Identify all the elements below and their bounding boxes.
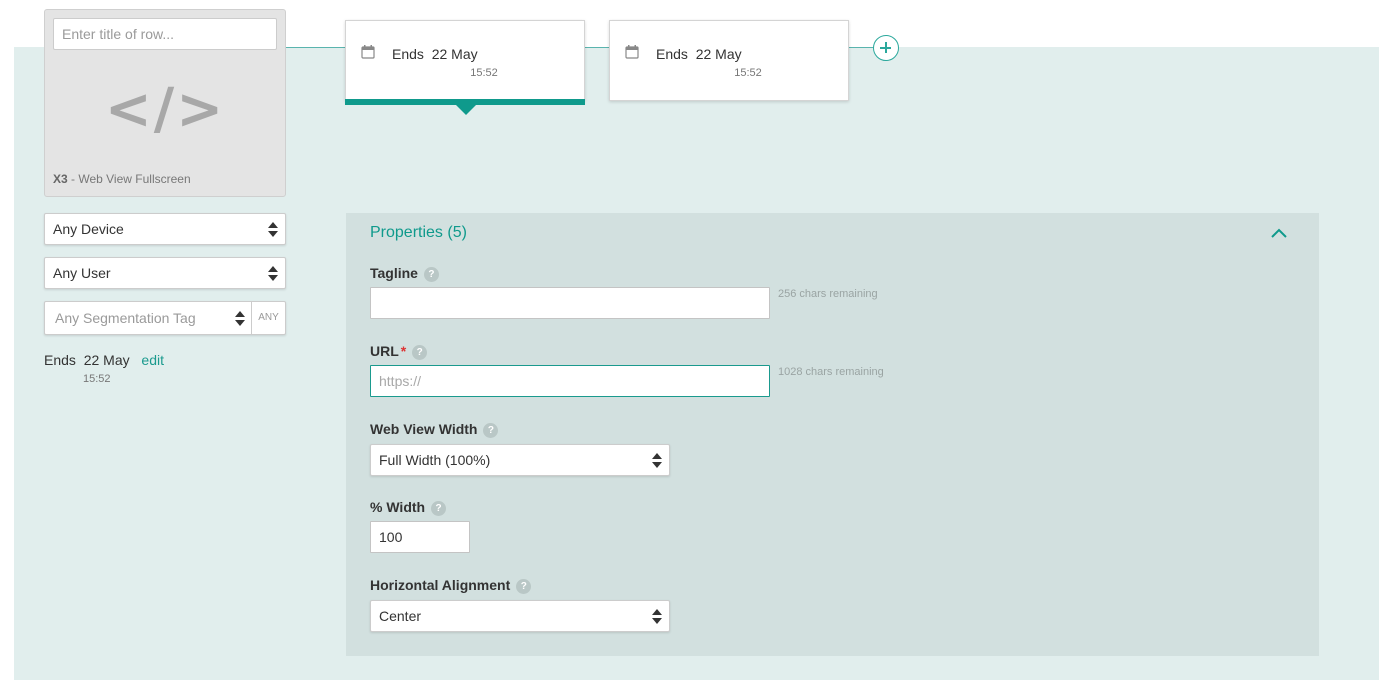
calendar-icon bbox=[625, 45, 639, 59]
user-select[interactable]: Any User bbox=[44, 257, 286, 289]
select-arrows-icon bbox=[652, 609, 662, 624]
select-arrows-icon bbox=[652, 453, 662, 468]
horizontal-alignment-select[interactable]: Center bbox=[370, 600, 670, 632]
select-arrows-icon bbox=[268, 222, 278, 237]
percent-width-input[interactable] bbox=[370, 521, 470, 553]
schedule-card[interactable]: Ends 22 May 15:52 bbox=[345, 20, 585, 115]
web-view-width-label: Web View Width? bbox=[370, 421, 499, 438]
schedule-card-label: Ends 22 May bbox=[656, 46, 742, 62]
segmentation-tag-placeholder: Any Segmentation Tag bbox=[55, 310, 196, 326]
device-select-value: Any Device bbox=[53, 221, 124, 237]
schedule-date: 22 May bbox=[431, 46, 478, 62]
row-type-label: X3 - Web View Fullscreen bbox=[53, 172, 191, 186]
add-schedule-button[interactable] bbox=[873, 35, 899, 61]
web-view-width-select[interactable]: Full Width (100%) bbox=[370, 444, 670, 476]
user-select-value: Any User bbox=[53, 265, 111, 281]
row-type-name: - Web View Fullscreen bbox=[67, 172, 191, 186]
code-icon: </> bbox=[104, 77, 226, 142]
select-arrows-icon bbox=[268, 266, 278, 281]
segmentation-tag-select[interactable]: Any Segmentation Tag ANY bbox=[44, 301, 286, 335]
row-card[interactable]: </> X3 - Web View Fullscreen bbox=[44, 9, 286, 197]
select-arrows-icon bbox=[235, 311, 245, 326]
percent-width-label: % Width? bbox=[370, 499, 447, 516]
schedule-card-label: Ends 22 May bbox=[392, 46, 478, 62]
properties-title[interactable]: Properties (5) bbox=[370, 224, 467, 242]
schedule-summary-label: Ends bbox=[44, 352, 76, 368]
segmentation-any-toggle[interactable]: ANY bbox=[251, 302, 285, 334]
web-view-width-label-text: Web View Width bbox=[370, 421, 478, 437]
calendar-icon bbox=[361, 45, 375, 59]
device-select[interactable]: Any Device bbox=[44, 213, 286, 245]
schedule-ends-text: Ends bbox=[392, 46, 424, 62]
url-chars-remaining: 1028 chars remaining bbox=[778, 366, 884, 378]
tagline-label: Tagline? bbox=[370, 265, 439, 282]
schedule-summary-date: 22 May bbox=[83, 352, 130, 368]
row-title-input[interactable] bbox=[53, 18, 277, 50]
row-type-code: X3 bbox=[53, 172, 68, 186]
tagline-label-text: Tagline bbox=[370, 265, 418, 281]
url-label-text: URL bbox=[370, 343, 399, 359]
horizontal-alignment-label: Horizontal Alignment? bbox=[370, 577, 532, 594]
schedule-ends-text: Ends bbox=[656, 46, 688, 62]
percent-width-label-text: % Width bbox=[370, 499, 426, 515]
help-icon[interactable]: ? bbox=[412, 345, 428, 360]
help-icon[interactable]: ? bbox=[483, 423, 499, 438]
schedule-date: 22 May bbox=[695, 46, 742, 62]
properties-panel: Properties (5) Tagline? 256 chars remain… bbox=[346, 213, 1319, 656]
horizontal-alignment-value: Center bbox=[379, 608, 422, 624]
url-input[interactable] bbox=[370, 365, 770, 397]
url-label: URL *? bbox=[370, 343, 428, 360]
web-view-width-value: Full Width (100%) bbox=[379, 452, 491, 468]
horizontal-alignment-label-text: Horizontal Alignment bbox=[370, 577, 511, 593]
schedule-time: 15:52 bbox=[470, 67, 498, 79]
help-icon[interactable]: ? bbox=[423, 267, 439, 282]
schedule-summary: Ends 22 May edit bbox=[44, 352, 164, 368]
timeline-connector bbox=[585, 47, 609, 48]
help-icon[interactable]: ? bbox=[516, 579, 532, 594]
required-marker: * bbox=[400, 343, 407, 359]
timeline-connector bbox=[286, 47, 346, 48]
schedule-summary-time: 15:52 bbox=[83, 373, 111, 385]
schedule-card[interactable]: Ends 22 May 15:52 bbox=[609, 20, 849, 101]
schedule-edit-link[interactable]: edit bbox=[141, 352, 164, 368]
tagline-input[interactable] bbox=[370, 287, 770, 319]
chevron-up-icon[interactable] bbox=[1270, 227, 1288, 239]
help-icon[interactable]: ? bbox=[431, 501, 447, 516]
active-schedule-pointer bbox=[456, 105, 476, 115]
schedule-time: 15:52 bbox=[734, 67, 762, 79]
timeline-connector bbox=[849, 47, 873, 48]
tagline-chars-remaining: 256 chars remaining bbox=[778, 288, 878, 300]
